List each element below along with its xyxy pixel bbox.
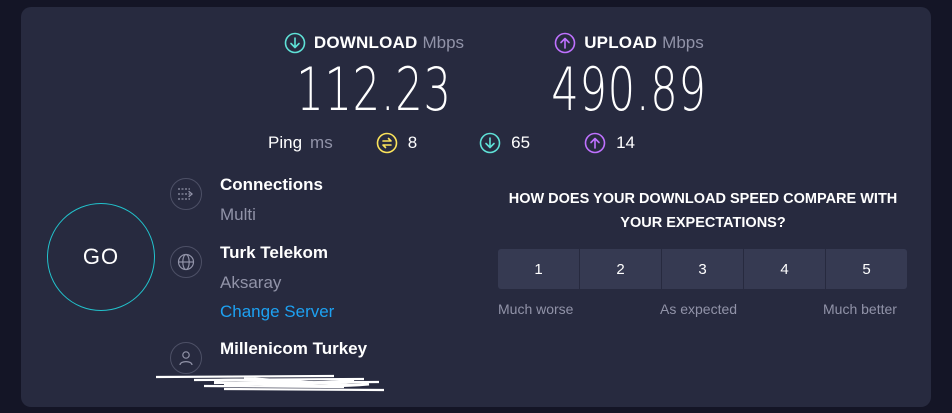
ping-idle-value: 8 [407, 133, 418, 152]
download-arrow-icon [284, 32, 306, 54]
rating-mid-label: As expected [660, 301, 738, 317]
rating-low-label: Much worse [498, 301, 574, 317]
ping-row: Ping ms 8 65 14 [268, 131, 635, 155]
server-name: Turk Telekom [220, 243, 329, 262]
survey-question: HOW DOES YOUR DOWNLOAD SPEED COMPARE WIT… [508, 191, 898, 231]
globe-icon [170, 246, 202, 278]
rating-button-1[interactable]: 1 [498, 249, 579, 289]
download-speed-value: 112.23 [296, 55, 452, 125]
ping-label: Ping [268, 133, 303, 152]
upload-metric: UPLOAD Mbps 490.89 [521, 29, 737, 121]
connections-value: Multi [220, 205, 256, 224]
ping-download-icon [479, 132, 501, 154]
provider-name: Millenicom Turkey [220, 339, 368, 358]
ping-upload-icon [584, 132, 606, 154]
ping-download-value: 65 [511, 133, 531, 152]
redaction-scribble [155, 374, 385, 392]
download-unit: Mbps [422, 33, 465, 52]
rating-high-label: Much better [823, 301, 897, 317]
rating-button-3[interactable]: 3 [662, 249, 743, 289]
upload-speed-value: 490.89 [551, 55, 707, 125]
ping-idle: 8 [376, 132, 417, 154]
user-icon [170, 342, 202, 374]
upload-title: UPLOAD [584, 33, 658, 52]
ping-upload: 14 [584, 132, 635, 154]
ping-upload-value: 14 [616, 133, 636, 152]
download-title: DOWNLOAD [313, 33, 418, 52]
connections-title: Connections [220, 175, 323, 194]
ping-unit: ms [310, 133, 333, 152]
rating-button-2[interactable]: 2 [580, 249, 661, 289]
rating-button-5[interactable]: 5 [826, 249, 907, 289]
ping-download: 65 [479, 132, 530, 154]
rating-button-4[interactable]: 4 [744, 249, 825, 289]
connections-icon [170, 178, 202, 210]
download-metric: DOWNLOAD Mbps 112.23 [266, 29, 482, 121]
ping-idle-icon [376, 132, 398, 154]
server-location: Aksaray [220, 273, 282, 292]
upload-arrow-icon [554, 32, 576, 54]
change-server-link[interactable]: Change Server [220, 302, 334, 322]
results-panel: DOWNLOAD Mbps 112.23 UPLOAD Mbps 490.89 Pi… [21, 7, 931, 407]
upload-unit: Mbps [662, 33, 704, 52]
rating-scale: 1 2 3 4 5 [498, 249, 907, 289]
go-button[interactable]: GO [47, 203, 155, 311]
